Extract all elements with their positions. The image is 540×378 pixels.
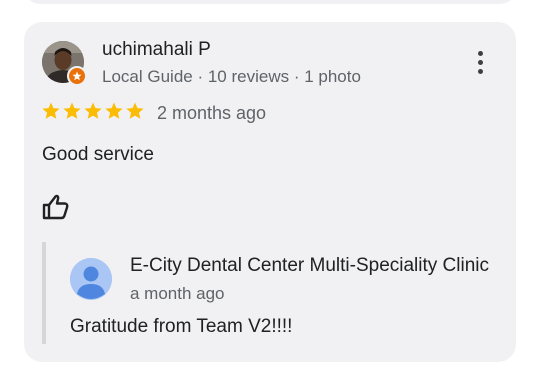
more-options-button[interactable]	[464, 46, 496, 78]
owner-response-text: Gratitude from Team V2!!!!	[70, 316, 293, 337]
star-icon	[84, 102, 102, 119]
star-rating	[41, 101, 145, 121]
star-icon	[42, 102, 60, 119]
owner-response-date: a month ago	[130, 284, 225, 303]
local-guide-badge-icon	[67, 66, 87, 86]
owner-name: E-City Dental Center Multi-Speciality Cl…	[130, 255, 489, 276]
more-vert-icon	[477, 50, 483, 56]
like-button[interactable]	[40, 192, 72, 222]
star-icon	[126, 102, 144, 119]
review-date: 2 months ago	[157, 103, 267, 123]
owner-response: E-City Dental Center Multi-Speciality Cl…	[42, 242, 516, 344]
reviewer-name[interactable]: uchimahali P	[102, 39, 211, 61]
owner-avatar	[70, 258, 112, 300]
star-icon	[63, 102, 81, 119]
star-icon	[105, 102, 123, 119]
reviews-page: uchimahali P Local Guide · 10 reviews · …	[0, 0, 540, 378]
reviewer-meta: Local Guide · 10 reviews · 1 photo	[102, 67, 361, 86]
review-card: uchimahali P Local Guide · 10 reviews · …	[24, 22, 516, 362]
review-text: Good service	[42, 144, 154, 165]
default-profile-icon	[70, 258, 112, 300]
previous-review-card	[24, 0, 516, 4]
thumb-up-icon	[42, 194, 69, 220]
